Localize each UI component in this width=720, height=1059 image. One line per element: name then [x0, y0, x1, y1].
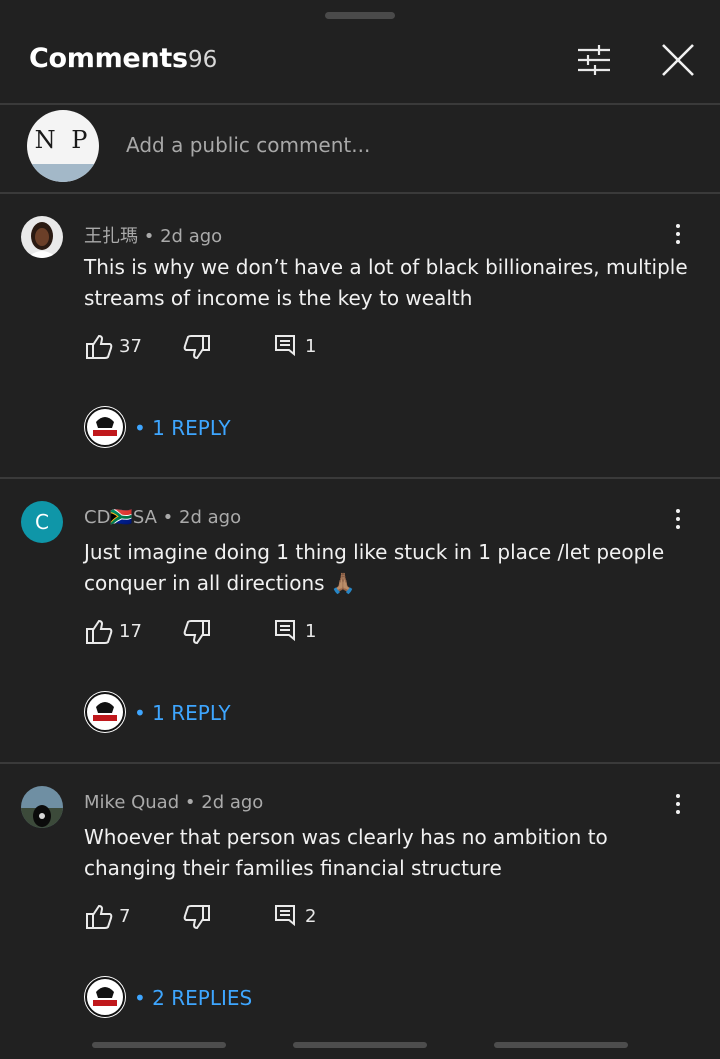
comments-header: Comments 96 — [0, 0, 720, 104]
replies-label: 2 REPLIES — [152, 986, 253, 1010]
avatar[interactable] — [21, 786, 63, 828]
more-options-button[interactable] — [664, 220, 692, 248]
comment-text: Whoever that person was clearly has no a… — [84, 825, 608, 880]
comment-author[interactable]: Mike Quad — [84, 792, 179, 813]
comment-meta: 王扎瑪 • 2d ago — [84, 222, 222, 248]
replies-bullet: • — [134, 416, 146, 440]
close-icon — [662, 44, 694, 76]
avatar[interactable] — [21, 216, 63, 258]
dislike-button[interactable] — [182, 902, 212, 932]
thumb-down-icon — [183, 905, 210, 930]
thumb-down-icon — [183, 620, 210, 645]
comment-composer: N P Add a public comment... — [0, 106, 720, 192]
close-button[interactable] — [658, 40, 698, 80]
nav-bar-pill — [92, 1042, 226, 1048]
comment-thread: Mike Quad • 2d ago Whoever that person w… — [0, 764, 720, 1048]
comment-actions: 17 1 — [84, 617, 384, 651]
replies-label: 1 REPLY — [152, 701, 231, 725]
like-button[interactable] — [84, 617, 114, 647]
header-divider — [0, 103, 720, 105]
view-replies-button[interactable]: • 1 REPLY — [84, 691, 384, 735]
dislike-button[interactable] — [182, 617, 212, 647]
replies-bullet: • — [134, 701, 146, 725]
like-button[interactable] — [84, 332, 114, 362]
reply-button[interactable] — [272, 617, 302, 647]
user-avatar-initials: N P — [34, 126, 92, 154]
comment-author[interactable]: 王扎瑪 — [84, 226, 138, 247]
view-replies-button[interactable]: • 2 REPLIES — [84, 976, 384, 1020]
comment-icon — [275, 620, 295, 642]
reply-count: 2 — [305, 906, 317, 927]
comment-actions: 7 2 — [84, 902, 384, 936]
replies-link[interactable]: • 1 REPLY — [134, 701, 231, 725]
more-options-button[interactable] — [664, 505, 692, 533]
more-options-button[interactable] — [664, 790, 692, 818]
meta-separator: • — [184, 792, 196, 813]
comment-author[interactable]: CD🇿🇦SA — [84, 507, 157, 528]
replier-avatar — [84, 691, 126, 733]
like-count: 37 — [119, 336, 142, 357]
user-avatar: N P — [27, 110, 99, 182]
comment-meta: CD🇿🇦SA • 2d ago — [84, 507, 241, 528]
comment-thread: C CD🇿🇦SA • 2d ago Just imagine doing 1 t… — [0, 479, 720, 763]
filter-button[interactable] — [574, 40, 614, 80]
comment-time: 2d ago — [201, 792, 264, 813]
reply-button[interactable] — [272, 902, 302, 932]
reply-button[interactable] — [272, 332, 302, 362]
like-count: 7 — [119, 906, 131, 927]
comments-title: Comments — [29, 43, 188, 74]
meta-separator: • — [162, 507, 174, 528]
like-button[interactable] — [84, 902, 114, 932]
reply-count: 1 — [305, 621, 317, 642]
comment-text: Just imagine doing 1 thing like stuck in… — [84, 540, 665, 595]
avatar-letter: C — [35, 510, 49, 534]
comment-time: 2d ago — [160, 226, 223, 247]
reply-count: 1 — [305, 336, 317, 357]
comment-meta: Mike Quad • 2d ago — [84, 792, 263, 813]
avatar[interactable]: C — [21, 501, 63, 543]
thumb-up-icon — [86, 904, 113, 929]
thumb-up-icon — [86, 619, 113, 644]
replies-bullet: • — [134, 986, 146, 1010]
replies-link[interactable]: • 2 REPLIES — [134, 986, 252, 1010]
comment-icon — [275, 905, 295, 927]
comment-time: 2d ago — [179, 507, 242, 528]
meta-separator: • — [143, 226, 155, 247]
filter-icon — [578, 45, 610, 75]
view-replies-button[interactable]: • 1 REPLY — [84, 406, 384, 450]
nav-bar-pill — [293, 1042, 427, 1048]
comment-text: This is why we don’t have a lot of black… — [84, 255, 688, 310]
replier-avatar — [84, 406, 126, 448]
add-comment-input[interactable]: Add a public comment... — [126, 133, 370, 157]
replier-avatar — [84, 976, 126, 1018]
comment-actions: 37 1 — [84, 332, 384, 366]
like-count: 17 — [119, 621, 142, 642]
replies-label: 1 REPLY — [152, 416, 231, 440]
thumb-down-icon — [183, 335, 210, 360]
comment-icon — [275, 335, 295, 357]
replies-link[interactable]: • 1 REPLY — [134, 416, 231, 440]
comment-thread: 王扎瑪 • 2d ago This is why we don’t have a… — [0, 194, 720, 478]
thumb-up-icon — [86, 334, 113, 359]
nav-bar-pill — [494, 1042, 628, 1048]
comments-count: 96 — [188, 47, 218, 73]
dislike-button[interactable] — [182, 332, 212, 362]
